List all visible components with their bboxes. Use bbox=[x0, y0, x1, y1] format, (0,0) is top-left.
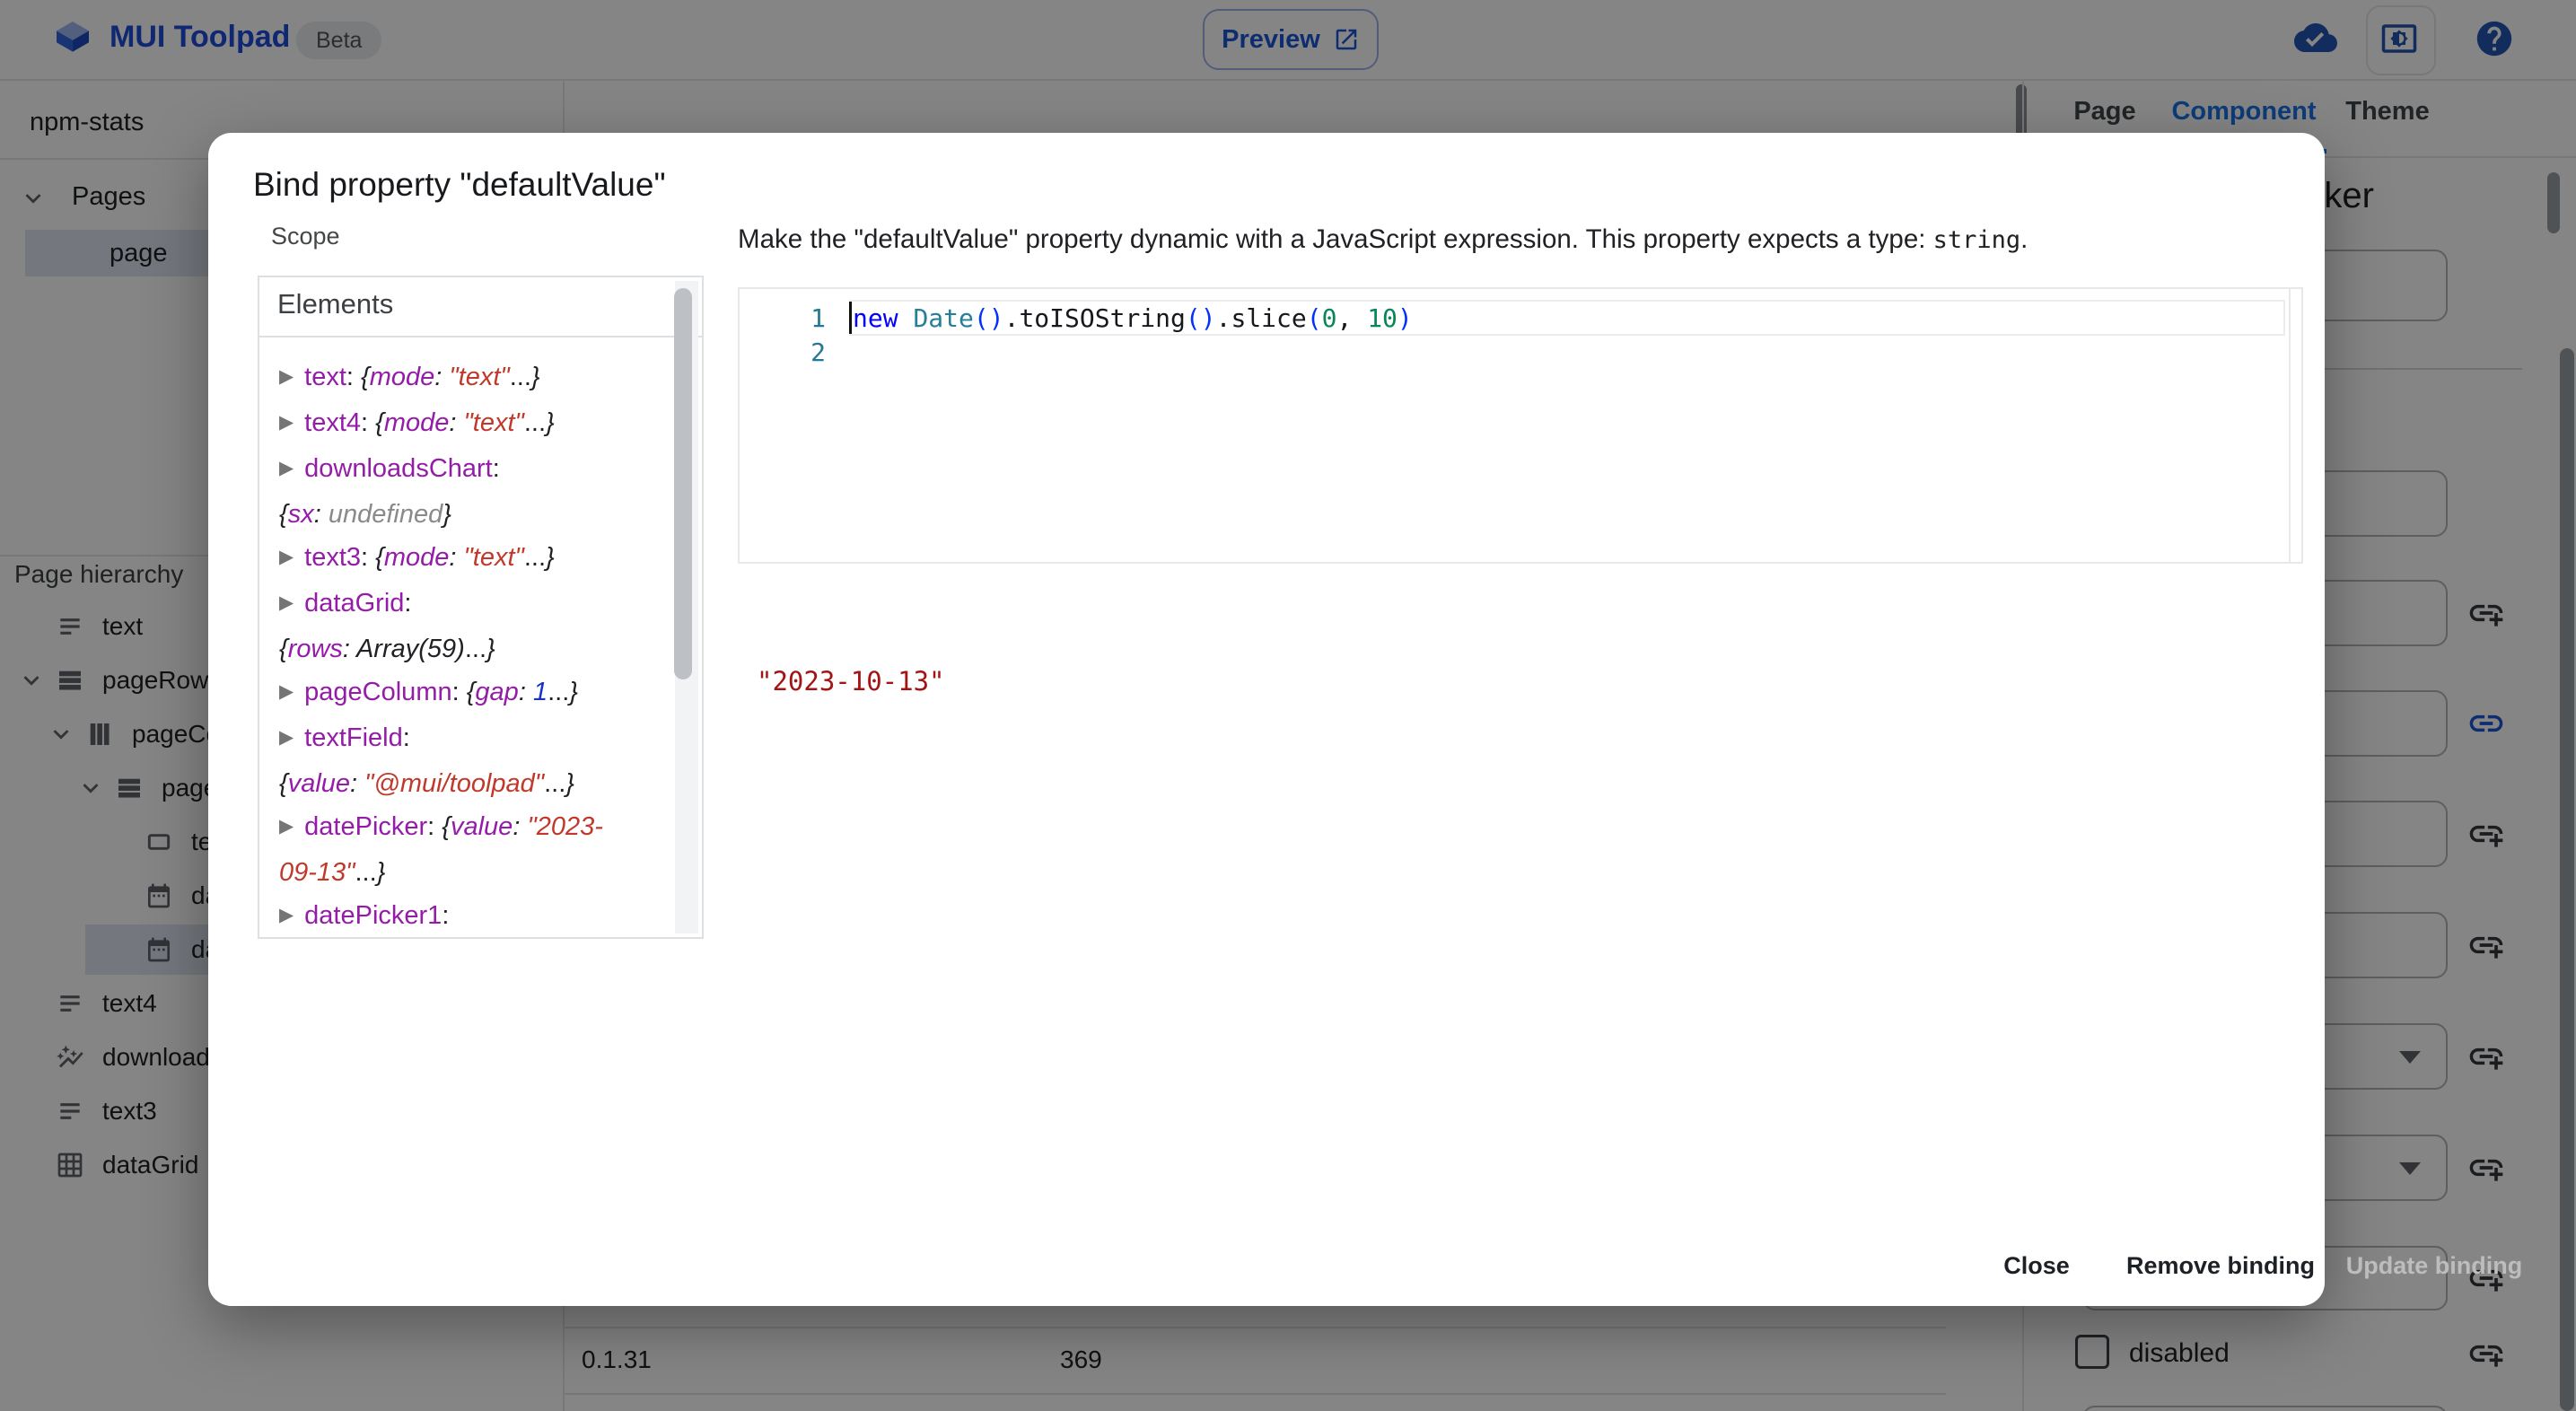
dialog-title: Bind property "defaultValue" bbox=[253, 166, 666, 203]
scope-element-item[interactable]: ▶ textField: {value: "@mui/toolpad"...} bbox=[279, 716, 666, 805]
scope-element-item[interactable]: ▶ pageColumn: {gap: 1...} bbox=[279, 670, 666, 716]
editor-cursor bbox=[849, 302, 852, 334]
editor-line-numbers: 12 bbox=[810, 303, 826, 367]
elements-list: ▶ text: {mode: "text"...} ▶ text4: {mode: "… bbox=[279, 337, 666, 937]
app-root: MUI Toolpad Beta Preview npm-stats Pages… bbox=[0, 0, 2576, 1411]
expand-arrow-icon[interactable]: ▶ bbox=[279, 805, 294, 848]
scope-element-item[interactable]: ▶ dataGrid: {rows: Array(59)...} bbox=[279, 582, 666, 670]
close-button[interactable]: Close bbox=[1987, 1239, 2086, 1293]
expand-arrow-icon[interactable]: ▶ bbox=[279, 447, 294, 490]
editor-code-line: new Date().toISOString().slice(0, 10) bbox=[853, 303, 1413, 333]
update-binding-button[interactable]: Update binding bbox=[2344, 1239, 2524, 1293]
scope-element-item[interactable]: ▶ text: {mode: "text"...} bbox=[279, 355, 666, 401]
scope-element-item[interactable]: ▶ text3: {mode: "text"...} bbox=[279, 536, 666, 582]
scope-elements-panel: Elements ▶ text: {mode: "text"...} ▶ text4:… bbox=[258, 276, 704, 939]
expand-arrow-icon[interactable]: ▶ bbox=[279, 536, 294, 579]
scope-element-item[interactable]: ▶ datePicker: {value: "2023- 09-13"...} bbox=[279, 805, 666, 894]
elements-scrollbar-thumb[interactable] bbox=[674, 288, 692, 679]
expression-code-editor[interactable]: 12 new Date().toISOString().slice(0, 10) bbox=[738, 287, 2303, 564]
bind-property-dialog: Bind property "defaultValue" Scope Make … bbox=[208, 133, 2522, 1306]
expand-arrow-icon[interactable]: ▶ bbox=[279, 894, 294, 937]
expand-arrow-icon[interactable]: ▶ bbox=[279, 401, 294, 444]
expand-arrow-icon[interactable]: ▶ bbox=[279, 716, 294, 759]
remove-binding-button[interactable]: Remove binding bbox=[2122, 1239, 2319, 1293]
expand-arrow-icon[interactable]: ▶ bbox=[279, 355, 294, 399]
editor-overview-ruler bbox=[2289, 289, 2291, 562]
elements-scrollbar-track[interactable] bbox=[674, 281, 698, 933]
dialog-description: Make the "defaultValue" property dynamic… bbox=[738, 224, 2028, 254]
expression-result-preview: "2023-10-13" bbox=[757, 666, 945, 697]
scope-element-item[interactable]: ▶ downloadsChart: {sx: undefined} bbox=[279, 447, 666, 536]
expand-arrow-icon[interactable]: ▶ bbox=[279, 670, 294, 714]
expand-arrow-icon[interactable]: ▶ bbox=[279, 582, 294, 625]
elements-heading: Elements bbox=[277, 288, 394, 320]
scope-label: Scope bbox=[271, 223, 340, 250]
scope-element-item[interactable]: ▶ text4: {mode: "text"...} bbox=[279, 401, 666, 447]
scope-element-item[interactable]: ▶datePicker1:{value: "2023-10-13"...} bbox=[279, 894, 666, 937]
